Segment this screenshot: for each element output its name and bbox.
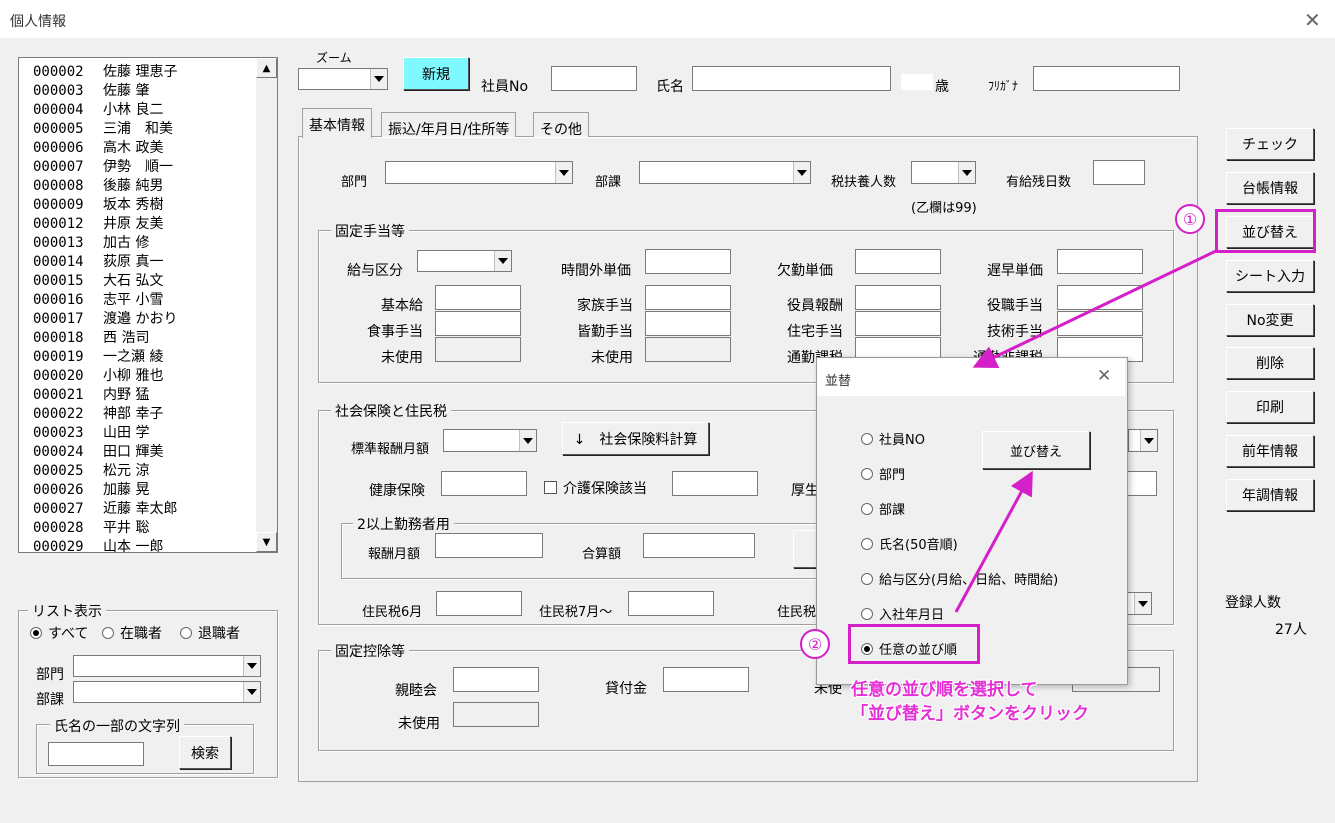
step1-badge: ① — [1175, 204, 1205, 234]
step2-badge: ② — [800, 629, 830, 659]
arrow-to-dialog — [972, 248, 1219, 369]
highlight-custom-order — [848, 624, 980, 664]
tab-basic[interactable]: 基本情報 — [302, 108, 372, 138]
annotation-line1: 任意の並び順を選択して — [851, 680, 1038, 700]
arrow-to-sort-button — [954, 470, 1033, 613]
annotation-arrows — [954, 248, 1219, 613]
highlight-sort-button — [1215, 209, 1316, 253]
annotation-line2: 「並び替え」ボタンをクリック — [851, 704, 1089, 724]
